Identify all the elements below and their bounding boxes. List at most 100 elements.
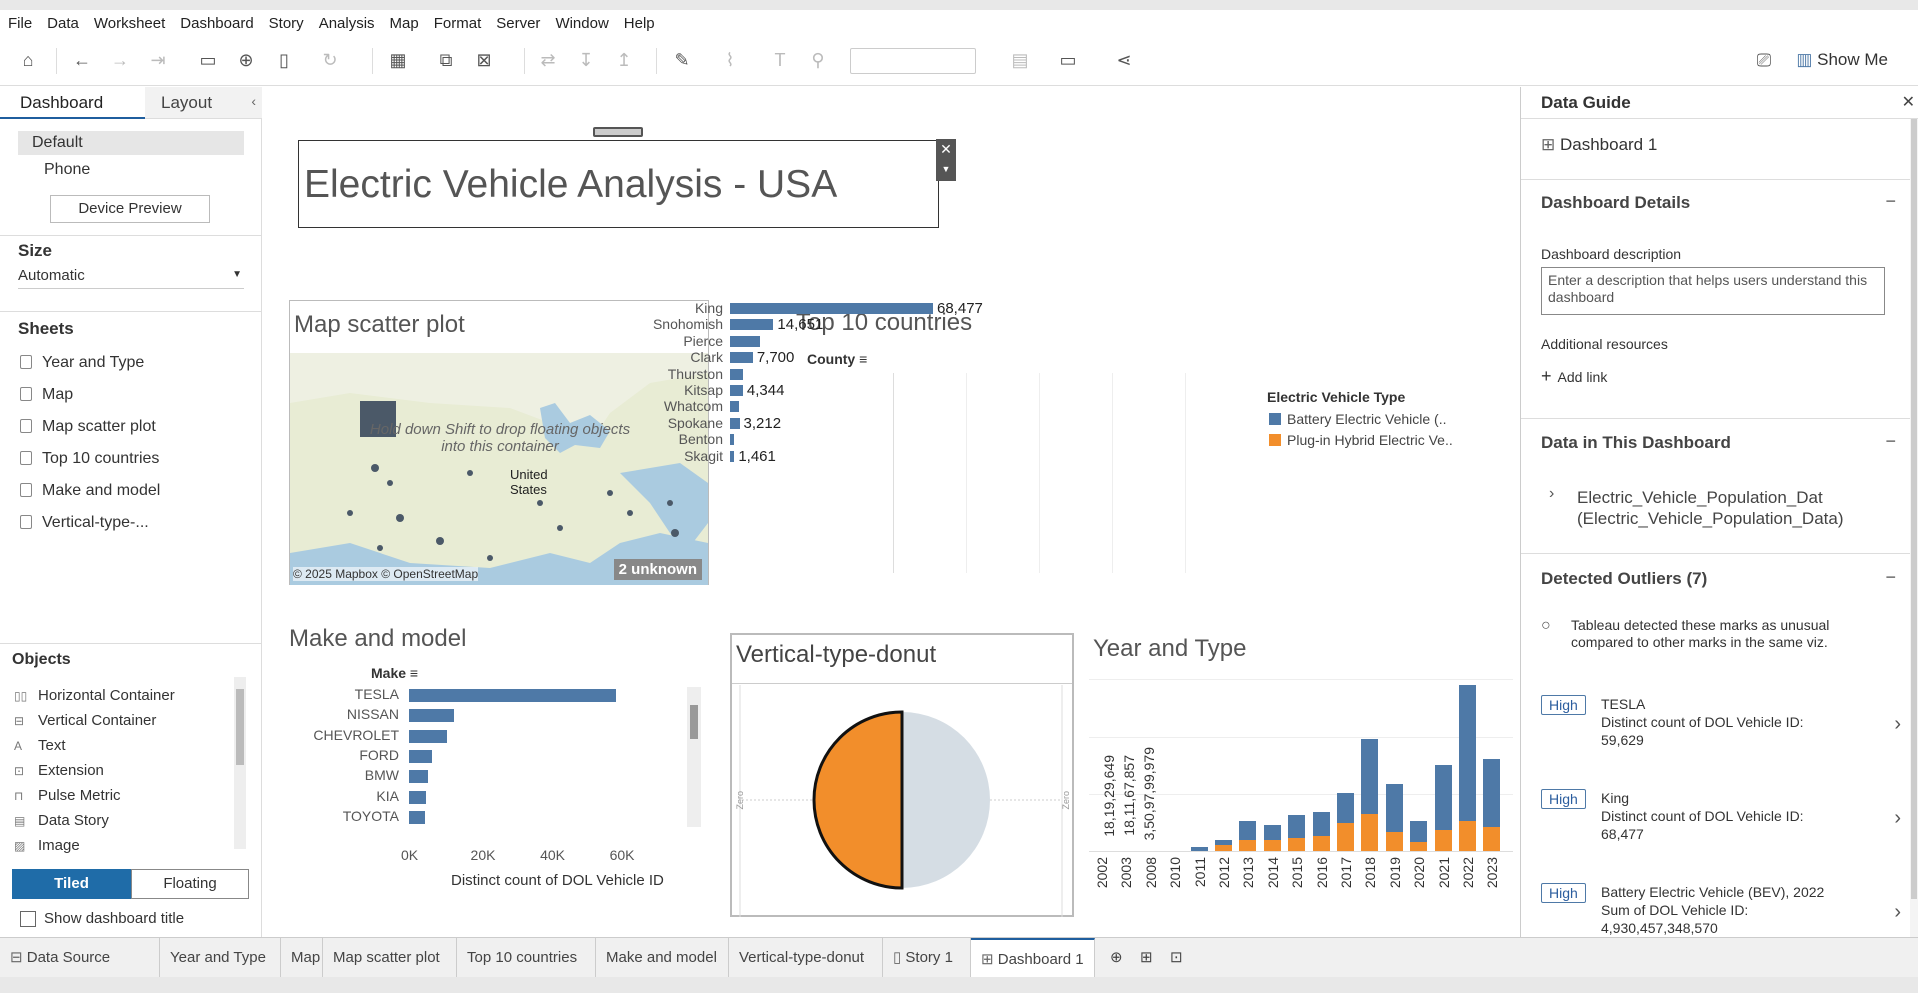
year-bar-bev[interactable] <box>1385 783 1403 833</box>
redo-icon[interactable]: → <box>108 48 132 72</box>
top10-bar[interactable] <box>730 417 740 429</box>
object-horizontal-container[interactable]: ▯▯ Horizontal Container <box>14 687 175 704</box>
menu-dashboard[interactable]: Dashboard <box>180 15 253 32</box>
sheet-item-year-and-type[interactable]: Year and Type <box>20 354 144 372</box>
tab-dashboard[interactable]: Dashboard <box>0 87 145 119</box>
top10-bar[interactable] <box>730 319 774 331</box>
chevron-right-icon[interactable]: › <box>1894 713 1901 736</box>
year-bar-phev[interactable] <box>1410 841 1428 851</box>
make-dim-header[interactable]: Make ≡ <box>371 665 418 681</box>
new-data-source-icon[interactable]: ⊕ <box>234 48 258 72</box>
sheet-item-top10[interactable]: Top 10 countries <box>20 450 159 468</box>
tab-dashboard-1[interactable]: ⊞ Dashboard 1 <box>971 938 1095 978</box>
year-bar-bev[interactable] <box>1361 738 1379 814</box>
tab-make-model[interactable]: Make and model <box>596 938 729 978</box>
year-bar-phev[interactable] <box>1215 845 1232 851</box>
tab-story[interactable]: ▯ Story 1 <box>883 938 971 978</box>
make-bar[interactable] <box>409 689 617 702</box>
show-me-button[interactable]: ▥ Show Me <box>1796 50 1888 70</box>
legend-item-phev[interactable]: Plug-in Hybrid Electric Ve.. <box>1269 432 1469 450</box>
year-bar-phev[interactable] <box>1239 839 1257 851</box>
top10-bar[interactable] <box>730 335 760 347</box>
collapse-data-icon[interactable]: − <box>1885 431 1896 452</box>
outlier-row[interactable]: High TESLA Distinct count of DOL Vehicle … <box>1541 695 1901 755</box>
outlier-row[interactable]: High King Distinct count of DOL Vehicle I… <box>1541 789 1901 849</box>
tab-year-and-type[interactable]: Year and Type <box>160 938 281 978</box>
size-dropdown[interactable]: Automatic ▼ <box>18 267 244 289</box>
menu-worksheet[interactable]: Worksheet <box>94 15 165 32</box>
add-link-button[interactable]: + Add link <box>1541 366 1607 387</box>
dashboard-ref[interactable]: ⊞ Dashboard 1 <box>1541 135 1657 155</box>
replay-icon[interactable]: ⇥ <box>146 48 170 72</box>
make-bar[interactable] <box>409 770 429 784</box>
label-icon[interactable]: T <box>768 48 792 72</box>
make-bar[interactable] <box>409 790 427 804</box>
legend-item-bev[interactable]: Battery Electric Vehicle (.. <box>1269 411 1469 429</box>
year-bar-phev[interactable] <box>1361 813 1379 851</box>
year-bar-bev[interactable] <box>1337 793 1354 823</box>
chevron-right-icon[interactable]: › <box>1549 485 1554 503</box>
floating-toggle[interactable]: Floating <box>131 869 249 899</box>
object-extension[interactable]: ⊡ Extension <box>14 762 104 779</box>
new-worksheet-tab-icon[interactable]: ⊕ <box>1100 938 1130 978</box>
sheet-item-map[interactable]: Map <box>20 386 73 404</box>
clear-sheet-icon[interactable]: ⊠ <box>472 48 496 72</box>
year-bar-bev[interactable] <box>1215 839 1232 846</box>
sort-icon[interactable]: ≡ <box>410 665 418 681</box>
object-pulse-metric[interactable]: ⊓ Pulse Metric <box>14 787 121 804</box>
top10-bar[interactable] <box>730 352 753 364</box>
menu-help[interactable]: Help <box>624 15 655 32</box>
object-image[interactable]: ▨ Image <box>14 837 80 854</box>
year-bar-phev[interactable] <box>1459 821 1476 851</box>
group-icon[interactable]: ⌇ <box>718 48 742 72</box>
top10-bar[interactable] <box>730 434 735 446</box>
menu-analysis[interactable]: Analysis <box>319 15 375 32</box>
show-title-checkbox[interactable] <box>20 911 36 927</box>
refresh-icon[interactable]: ↻ <box>318 48 342 72</box>
menu-map[interactable]: Map <box>390 15 419 32</box>
chevron-down-icon[interactable]: ▼ <box>936 159 956 179</box>
year-bar-phev[interactable] <box>1288 837 1306 851</box>
pause-updates-icon[interactable]: ▯ <box>272 48 296 72</box>
year-bar-bev[interactable] <box>1263 824 1281 840</box>
year-bar-phev[interactable] <box>1483 826 1501 851</box>
chevron-right-icon[interactable]: › <box>1894 807 1901 830</box>
sheet-item-make-model[interactable]: Make and model <box>20 482 160 500</box>
right-scrollbar[interactable] <box>1910 119 1918 937</box>
top10-bar[interactable] <box>730 450 735 462</box>
save-icon[interactable]: ▭ <box>196 48 220 72</box>
tab-map-scatter[interactable]: Map scatter plot <box>323 938 457 978</box>
top10-dim-header[interactable]: County ≡ <box>807 351 867 367</box>
top10-bar[interactable] <box>730 303 933 314</box>
top10-bar[interactable] <box>730 401 739 413</box>
year-bar-bev[interactable] <box>1459 684 1476 822</box>
menu-server[interactable]: Server <box>496 15 540 32</box>
container-menu[interactable]: ✕ ▼ <box>936 139 956 181</box>
tab-map[interactable]: Map <box>281 938 323 978</box>
year-bar-phev[interactable] <box>1385 832 1403 851</box>
home-icon[interactable]: ⌂ <box>16 48 40 72</box>
duplicate-sheet-icon[interactable]: ⧉ <box>434 48 458 72</box>
presentation-icon[interactable]: ▭ <box>1056 48 1080 72</box>
undo-icon[interactable]: ← <box>70 48 94 72</box>
top10-bar[interactable] <box>730 368 744 380</box>
data-source-item[interactable]: Electric_Vehicle_Population_Dat (Electri… <box>1577 487 1844 529</box>
pin-icon[interactable]: ⚲ <box>806 48 830 72</box>
device-preview-button[interactable]: Device Preview <box>50 195 210 223</box>
close-icon[interactable]: ✕ <box>936 139 956 159</box>
unknown-indicator[interactable]: 2 unknown <box>613 559 702 580</box>
format-painter-icon[interactable]: ⎚ <box>1752 48 1776 72</box>
sheet-item-map-scatter[interactable]: Map scatter plot <box>20 418 156 436</box>
menu-file[interactable]: File <box>8 15 32 32</box>
object-text[interactable]: A Text <box>14 737 66 754</box>
menu-format[interactable]: Format <box>434 15 482 32</box>
tab-data-source[interactable]: ⊟ Data Source <box>0 938 160 978</box>
collapse-outliers-icon[interactable]: − <box>1885 567 1896 588</box>
new-worksheet-icon[interactable]: ▦ <box>386 48 410 72</box>
new-story-tab-icon[interactable]: ⊡ <box>1160 938 1190 978</box>
fit-dropdown[interactable] <box>850 48 976 74</box>
year-bar-bev[interactable] <box>1434 764 1452 831</box>
make-bar[interactable] <box>409 810 425 824</box>
title-container[interactable]: Electric Vehicle Analysis - USA <box>298 140 939 228</box>
sort-asc-icon[interactable]: ↧ <box>574 48 598 72</box>
